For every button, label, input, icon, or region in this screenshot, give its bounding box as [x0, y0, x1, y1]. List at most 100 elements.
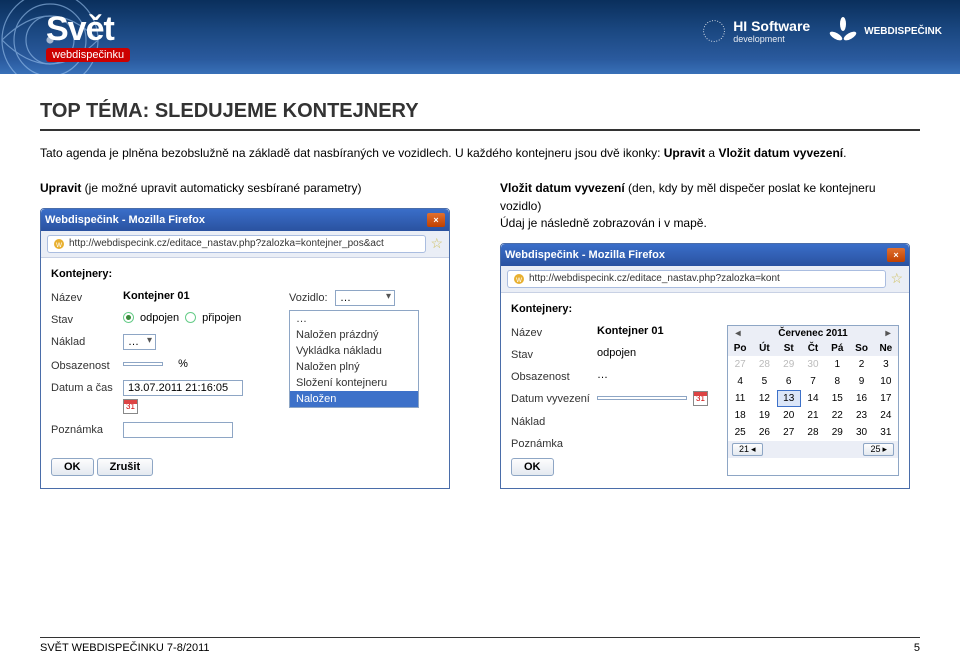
- dropdown-option[interactable]: Složení kontejneru: [290, 375, 418, 391]
- calendar-day[interactable]: 23: [849, 407, 873, 424]
- calendar-day[interactable]: 9: [849, 373, 873, 390]
- value-stav: odpojen: [597, 347, 636, 359]
- label-obsazenost: Obsazenost: [511, 369, 597, 383]
- window-titlebar[interactable]: Webdispečink - Mozilla Firefox ×: [41, 209, 449, 231]
- calendar-day[interactable]: 28: [752, 356, 776, 373]
- dropdown-option[interactable]: Naložen prázdný: [290, 327, 418, 343]
- calendar-day[interactable]: 18: [728, 407, 752, 424]
- calendar-day[interactable]: 13: [777, 390, 801, 407]
- calendar-day[interactable]: 17: [874, 390, 898, 407]
- input-poznamka[interactable]: [123, 422, 233, 438]
- prev-month-icon[interactable]: ◂: [732, 328, 744, 339]
- column-vlozit: Vložit datum vyvezení (den, kdy by měl d…: [500, 180, 920, 488]
- ok-button[interactable]: OK: [51, 458, 94, 476]
- calendar-day[interactable]: 19: [752, 407, 776, 424]
- hi-software-logo: HI Software development: [701, 18, 810, 44]
- hi-software-sub: development: [733, 34, 810, 44]
- next-month-icon[interactable]: ▸: [882, 328, 894, 339]
- radio-pripojen[interactable]: [185, 312, 196, 323]
- page-footer: SVĚT WEBDISPEČINKU 7-8/2011 5: [40, 637, 920, 654]
- logos-right: HI Software development WEBDISPEČINK: [701, 16, 942, 46]
- calendar-day[interactable]: 4: [728, 373, 752, 390]
- select-naklad[interactable]: …: [123, 334, 156, 350]
- label-poznamka: Poznámka: [51, 422, 123, 436]
- close-icon[interactable]: ×: [427, 213, 445, 227]
- calendar-day[interactable]: 1: [825, 356, 849, 373]
- hi-software-text: HI Software: [733, 18, 810, 34]
- calendar-day[interactable]: 24: [874, 407, 898, 424]
- dropdown-option[interactable]: …: [290, 311, 418, 327]
- calendar-day[interactable]: 3: [874, 356, 898, 373]
- label-naklad: Náklad: [511, 414, 597, 428]
- radio-odpojen[interactable]: [123, 312, 134, 323]
- calendar-day[interactable]: 20: [777, 407, 801, 424]
- calendar-day[interactable]: 27: [728, 356, 752, 373]
- calendar-day[interactable]: 7: [801, 373, 825, 390]
- svg-text:w: w: [515, 275, 522, 284]
- window-title: Webdispečink - Mozilla Firefox: [505, 249, 885, 261]
- url-input[interactable]: w http://webdispecink.cz/editace_nastav.…: [507, 270, 886, 288]
- value-obsazenost: …: [597, 369, 608, 381]
- url-input[interactable]: w http://webdispecink.cz/editace_nastav.…: [47, 235, 426, 253]
- select-vozidlo[interactable]: …: [335, 290, 395, 306]
- cal-foot-right[interactable]: 25 ▸: [863, 443, 894, 456]
- calendar-day[interactable]: 28: [801, 424, 825, 441]
- window-titlebar[interactable]: Webdispečink - Mozilla Firefox ×: [501, 244, 909, 266]
- calendar-day[interactable]: 15: [825, 390, 849, 407]
- perforated-circle-icon: [701, 18, 727, 44]
- input-datum-vyvezeni[interactable]: [597, 396, 687, 400]
- bookmark-star-icon[interactable]: ☆: [890, 270, 903, 287]
- favicon-icon: w: [53, 238, 65, 250]
- calendar-day[interactable]: 16: [849, 390, 873, 407]
- calendar-day[interactable]: 27: [777, 424, 801, 441]
- dropdown-option[interactable]: Vykládka nákladu: [290, 343, 418, 359]
- naklad-dropdown-list[interactable]: …Naložen prázdnýVykládka nákladuNaložen …: [289, 310, 419, 408]
- calendar-day[interactable]: 21: [801, 407, 825, 424]
- calendar-dow: Čt: [801, 341, 825, 356]
- ok-button[interactable]: OK: [511, 458, 554, 476]
- webdispecink-logo: WEBDISPEČINK: [828, 16, 942, 46]
- calendar-day[interactable]: 14: [801, 390, 825, 407]
- column-upravit: Upravit (je možné upravit automaticky se…: [40, 180, 460, 488]
- header-banner: Svět webdispečinku HI Software developme…: [0, 0, 960, 74]
- calendar-day[interactable]: 5: [752, 373, 776, 390]
- calendar-day[interactable]: 11: [728, 390, 752, 407]
- calendar-day[interactable]: 29: [777, 356, 801, 373]
- firefox-window-right: Webdispečink - Mozilla Firefox × w http:…: [500, 243, 910, 489]
- calendar-day[interactable]: 31: [874, 424, 898, 441]
- calendar-title: Červenec 2011: [778, 328, 848, 339]
- upravit-heading: Upravit (je možné upravit automaticky se…: [40, 180, 460, 197]
- calendar-icon[interactable]: 31: [693, 391, 708, 406]
- input-obsazenost[interactable]: [123, 362, 163, 366]
- section-kontejnery: Kontejnery:: [51, 268, 439, 280]
- calendar-day[interactable]: 2: [849, 356, 873, 373]
- brand-sub: webdispečinku: [46, 48, 130, 62]
- address-bar: w http://webdispecink.cz/editace_nastav.…: [41, 231, 449, 258]
- calendar-day[interactable]: 25: [728, 424, 752, 441]
- calendar-day[interactable]: 26: [752, 424, 776, 441]
- cal-foot-left[interactable]: 21 ◂: [732, 443, 763, 456]
- footer-page-number: 5: [914, 642, 920, 654]
- dropdown-option[interactable]: Naložen plný: [290, 359, 418, 375]
- dropdown-option[interactable]: Naložen: [290, 391, 418, 407]
- date-picker-popup[interactable]: ◂ Červenec 2011 ▸ PoÚtStČtPáSoNe27282930…: [727, 325, 899, 476]
- calendar-icon[interactable]: 31: [123, 399, 138, 414]
- firefox-window-left: Webdispečink - Mozilla Firefox × w http:…: [40, 208, 450, 489]
- bookmark-star-icon[interactable]: ☆: [430, 235, 443, 252]
- cancel-button[interactable]: Zrušit: [97, 458, 154, 476]
- label-obsazenost: Obsazenost: [51, 358, 123, 372]
- close-icon[interactable]: ×: [887, 248, 905, 262]
- calendar-day[interactable]: 22: [825, 407, 849, 424]
- calendar-day[interactable]: 30: [849, 424, 873, 441]
- webdispecink-text: WEBDISPEČINK: [864, 26, 942, 37]
- calendar-day[interactable]: 8: [825, 373, 849, 390]
- calendar-day[interactable]: 30: [801, 356, 825, 373]
- calendar-day[interactable]: 6: [777, 373, 801, 390]
- address-bar: w http://webdispecink.cz/editace_nastav.…: [501, 266, 909, 293]
- input-datum[interactable]: 13.07.2011 21:16:05: [123, 380, 243, 396]
- calendar-day[interactable]: 12: [752, 390, 776, 407]
- calendar-day[interactable]: 29: [825, 424, 849, 441]
- label-datum: Datum vyvezení: [511, 391, 597, 405]
- calendar-day[interactable]: 10: [874, 373, 898, 390]
- svg-text:w: w: [55, 240, 62, 249]
